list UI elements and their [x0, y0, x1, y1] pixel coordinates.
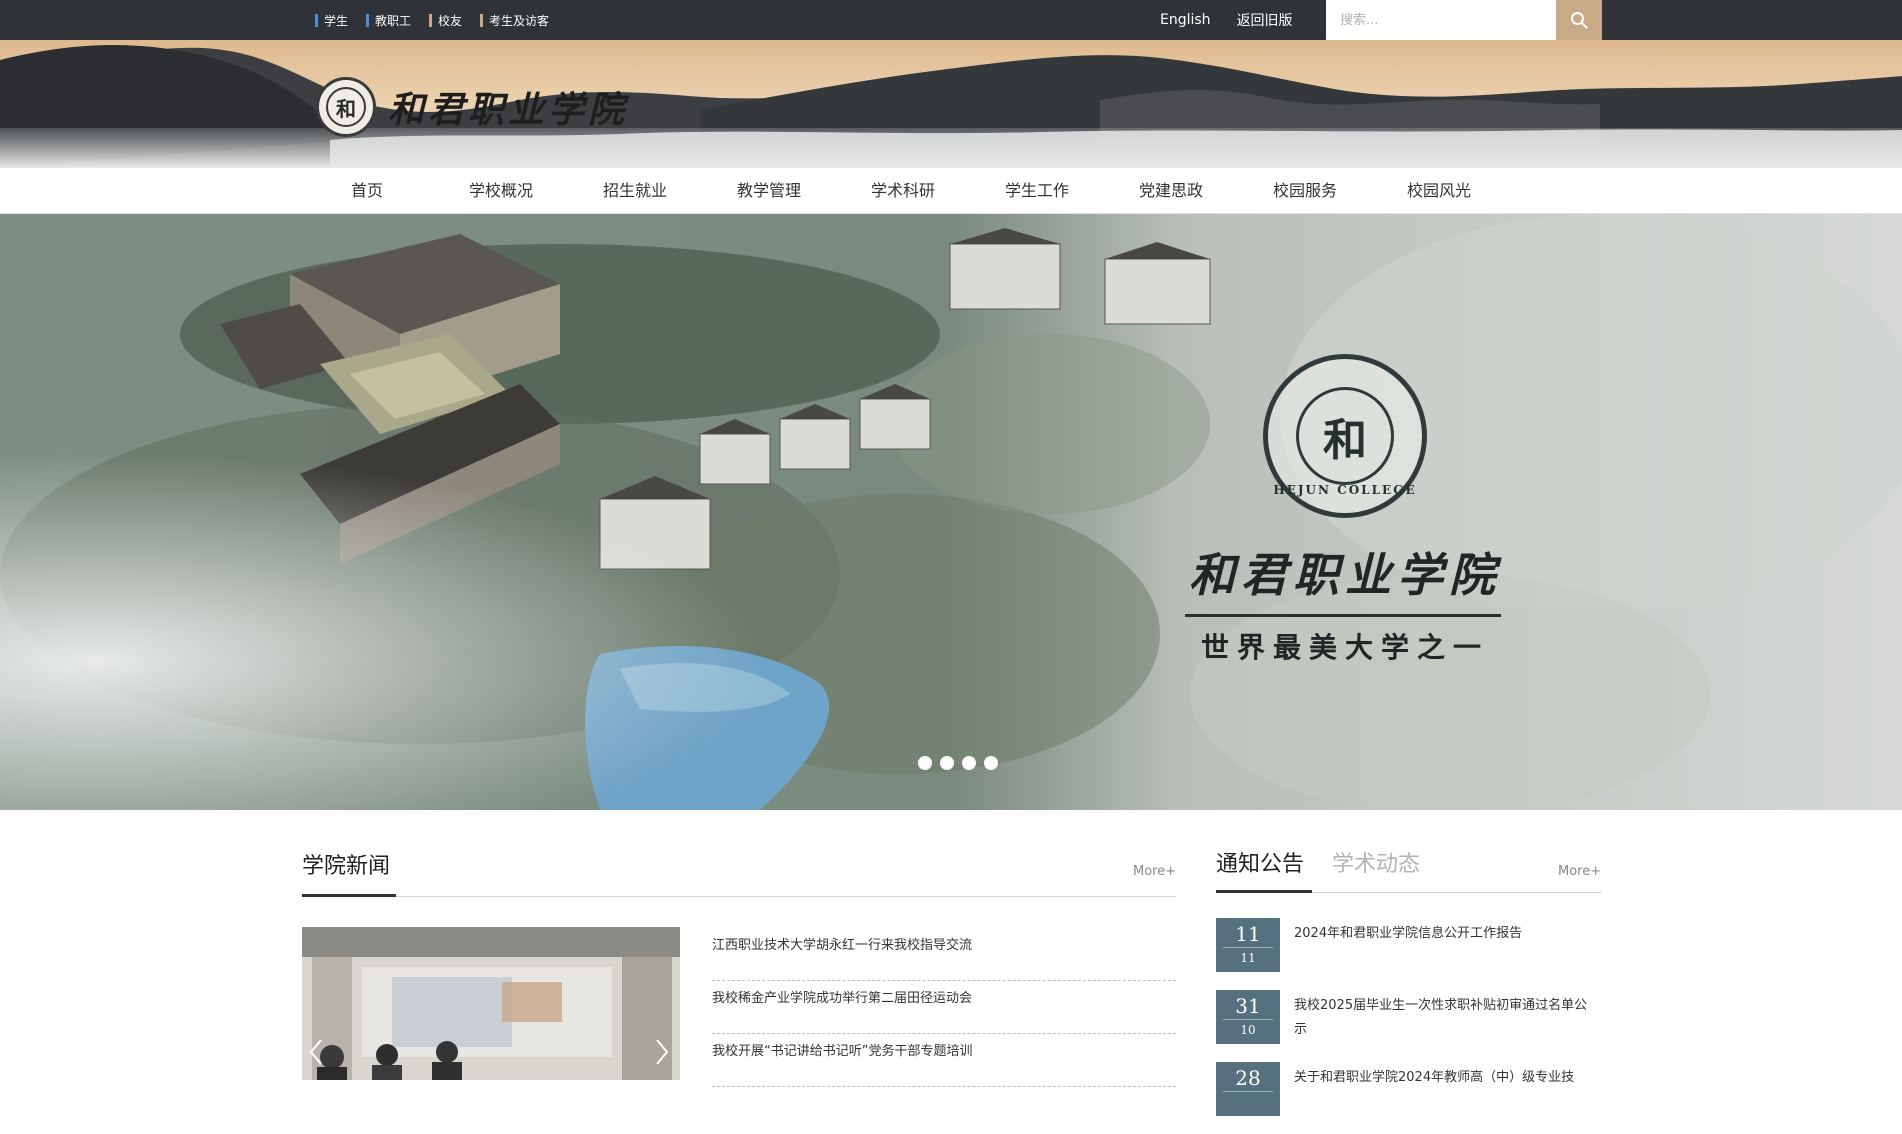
notices-tab-underline — [1216, 890, 1312, 893]
news-photo-image — [302, 927, 680, 1080]
nav-item-teaching[interactable]: 教学管理 — [702, 168, 836, 214]
quick-link-staff[interactable]: 教职工 — [366, 12, 411, 29]
logo-seal-icon: 和 — [316, 77, 376, 137]
top-bar: 学生 教职工 校友 考生及访客 English 返回旧版 — [0, 0, 1902, 40]
notice-title[interactable]: 2024年和君职业学院信息公开工作报告 — [1294, 922, 1600, 946]
seal-char: 和 — [1323, 415, 1367, 466]
news-section-divider — [302, 896, 1176, 897]
photo-next-icon[interactable] — [654, 1037, 670, 1067]
header-banner: 和 和君职业学院 — [0, 40, 1902, 168]
tab-notices[interactable]: 通知公告 — [1216, 846, 1304, 878]
notice-date-badge: 28 — [1216, 1062, 1280, 1116]
carousel-dots — [918, 756, 1006, 770]
nav-item-student-affairs[interactable]: 学生工作 — [970, 168, 1104, 214]
news-title-underline — [302, 894, 396, 897]
notice-date-day: 11 — [1235, 922, 1261, 946]
news-item[interactable]: 我校稀金产业学院成功举行第二届田径运动会 — [712, 981, 1176, 1034]
hero-divider — [1185, 614, 1501, 617]
carousel-dot-3[interactable] — [962, 756, 976, 770]
accent-bar-icon — [315, 13, 318, 27]
news-item[interactable]: 江西职业技术大学胡永红一行来我校指导交流 — [712, 928, 1176, 981]
accent-bar-icon — [480, 13, 484, 27]
notices-more-link[interactable]: More+ — [1558, 864, 1601, 879]
notice-title[interactable]: 关于和君职业学院2024年教师高（中）级专业技 — [1294, 1066, 1600, 1090]
hero-slogan: 世界最美大学之一 — [1200, 631, 1489, 664]
search-input[interactable] — [1326, 0, 1536, 40]
news-list: 江西职业技术大学胡永红一行来我校指导交流 我校稀金产业学院成功举行第二届田径运动… — [712, 928, 1176, 1087]
quick-link-label: 考生及访客 — [489, 13, 550, 28]
nav-item-research[interactable]: 学术科研 — [836, 168, 970, 214]
site-name: 和君职业学院 — [388, 89, 629, 131]
campus-aerial-image — [0, 214, 1902, 810]
nav-items: 首页 学校概况 招生就业 教学管理 学术科研 学生工作 党建思政 校园服务 校园… — [300, 168, 1506, 214]
mountain-landscape — [0, 40, 1902, 168]
seal-english-text: HEJUN COLLEGE — [1273, 483, 1417, 497]
nav-item-campus-services[interactable]: 校园服务 — [1238, 168, 1372, 214]
main-nav: 首页 学校概况 招生就业 教学管理 学术科研 学生工作 党建思政 校园服务 校园… — [0, 168, 1902, 214]
carousel-dot-2[interactable] — [940, 756, 954, 770]
quick-link-alumni[interactable]: 校友 — [429, 12, 462, 29]
notice-date-day: 28 — [1235, 1066, 1261, 1090]
date-divider — [1223, 1091, 1273, 1092]
nav-item-admissions[interactable]: 招生就业 — [568, 168, 702, 214]
search-button[interactable] — [1556, 0, 1602, 40]
quick-link-visitors[interactable]: 考生及访客 — [480, 12, 549, 29]
news-more-link[interactable]: More+ — [1133, 864, 1176, 879]
notice-item[interactable]: 11 11 2024年和君职业学院信息公开工作报告 — [1216, 918, 1602, 990]
notice-item[interactable]: 31 10 我校2025届毕业生一次性求职补贴初审通过名单公示 — [1216, 990, 1602, 1062]
hero-carousel[interactable]: 和 HEJUN COLLEGE 和君职业学院 世界最美大学之一 — [0, 214, 1902, 810]
carousel-dot-1[interactable] — [918, 756, 932, 770]
news-item[interactable]: 我校开展“书记讲给书记听”党务干部专题培训 — [712, 1034, 1176, 1087]
nav-item-campus-scenery[interactable]: 校园风光 — [1372, 168, 1506, 214]
old-version-link[interactable]: 返回旧版 — [1237, 10, 1293, 30]
top-links: English 返回旧版 — [1160, 0, 1319, 40]
quick-link-label: 教职工 — [375, 13, 412, 28]
notice-date-month: 10 — [1240, 1023, 1256, 1037]
accent-bar-icon — [366, 13, 370, 27]
logo-seal-char: 和 — [326, 87, 366, 127]
quick-link-label: 学生 — [324, 13, 349, 28]
hero-school-name: 和君职业学院 — [1189, 548, 1501, 602]
photo-prev-icon[interactable] — [308, 1037, 324, 1067]
search-box — [1326, 0, 1556, 40]
notice-item[interactable]: 28 关于和君职业学院2024年教师高（中）级专业技 — [1216, 1062, 1602, 1134]
news-feature-photo[interactable] — [302, 927, 680, 1080]
english-link[interactable]: English — [1160, 12, 1211, 28]
quick-link-label: 校友 — [438, 13, 463, 28]
notice-date-badge: 11 11 — [1216, 918, 1280, 972]
seal-ring: 和 — [1296, 387, 1394, 485]
notice-date-month: 11 — [1240, 951, 1256, 965]
college-seal-icon: 和 HEJUN COLLEGE — [1263, 354, 1427, 518]
nav-item-party-building[interactable]: 党建思政 — [1104, 168, 1238, 214]
notice-date-badge: 31 10 — [1216, 990, 1280, 1044]
notice-date-day: 31 — [1235, 994, 1261, 1018]
quick-link-students[interactable]: 学生 — [315, 12, 348, 29]
tab-academic-news[interactable]: 学术动态 — [1332, 846, 1420, 878]
notice-list: 11 11 2024年和君职业学院信息公开工作报告 31 10 我校2025届毕… — [1216, 918, 1602, 1134]
nav-item-home[interactable]: 首页 — [300, 168, 434, 214]
notice-title[interactable]: 我校2025届毕业生一次性求职补贴初审通过名单公示 — [1294, 994, 1600, 1042]
accent-bar-icon — [429, 13, 433, 27]
carousel-dot-4[interactable] — [984, 756, 998, 770]
news-section-title: 学院新闻 — [302, 854, 391, 879]
quick-links: 学生 教职工 校友 考生及访客 — [315, 0, 567, 40]
site-logo[interactable]: 和 和君职业学院 — [316, 77, 628, 137]
search-icon — [1571, 12, 1588, 29]
nav-item-overview[interactable]: 学校概况 — [434, 168, 568, 214]
